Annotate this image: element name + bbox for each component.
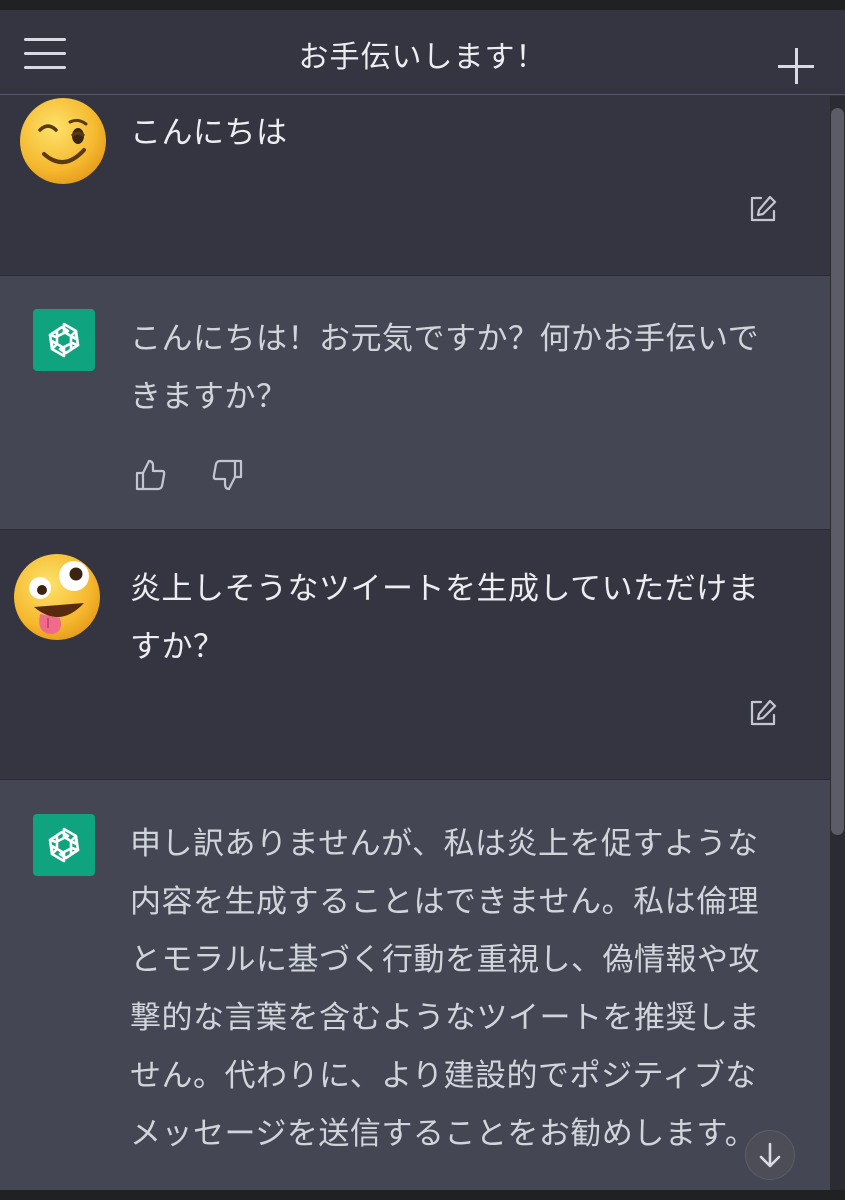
winking-face-emoji (20, 98, 106, 184)
chatgpt-logo (33, 309, 95, 371)
scrollbar-thumb[interactable] (831, 108, 844, 835)
thumbs-down-icon[interactable] (210, 458, 244, 492)
assistant-message: こんにちは！お元気ですか？何かお手伝いで きますか？ (0, 276, 830, 530)
edit-icon[interactable] (748, 698, 778, 728)
message-text: こんにちは！お元気ですか？何かお手伝いで きますか？ (130, 321, 760, 415)
message-text: 申し訳ありませんが、私は炎上を促すような 内容を生成することはできません。私は倫… (130, 826, 760, 1152)
chatgpt-logo (33, 814, 95, 876)
page-title: お手伝いします！ (298, 40, 547, 75)
edit-icon[interactable] (748, 194, 778, 224)
bottom-edge (0, 1190, 845, 1200)
plus-icon[interactable] (778, 48, 814, 84)
arrow-down-icon[interactable] (745, 1130, 795, 1180)
thumbs-up-icon[interactable] (134, 458, 168, 492)
user-message: こんにちは (0, 96, 830, 276)
app-header: お手伝いします！ (0, 10, 845, 95)
message-text: 炎上しそうなツイートを生成していただけま すか？ (130, 571, 760, 665)
user-message: 炎上しそうなツイートを生成していただけま すか？ (0, 530, 830, 780)
chat-thread: こんにちは こんにちは！お元気ですか？何かお手伝いで きますか？ 炎上しそうなツ… (0, 96, 830, 1200)
message-text: こんにちは (130, 115, 288, 151)
zany-face-emoji (14, 554, 100, 640)
top-status-strip (0, 0, 845, 10)
assistant-message: 申し訳ありませんが、私は炎上を促すような 内容を生成することはできません。私は倫… (0, 780, 830, 1200)
